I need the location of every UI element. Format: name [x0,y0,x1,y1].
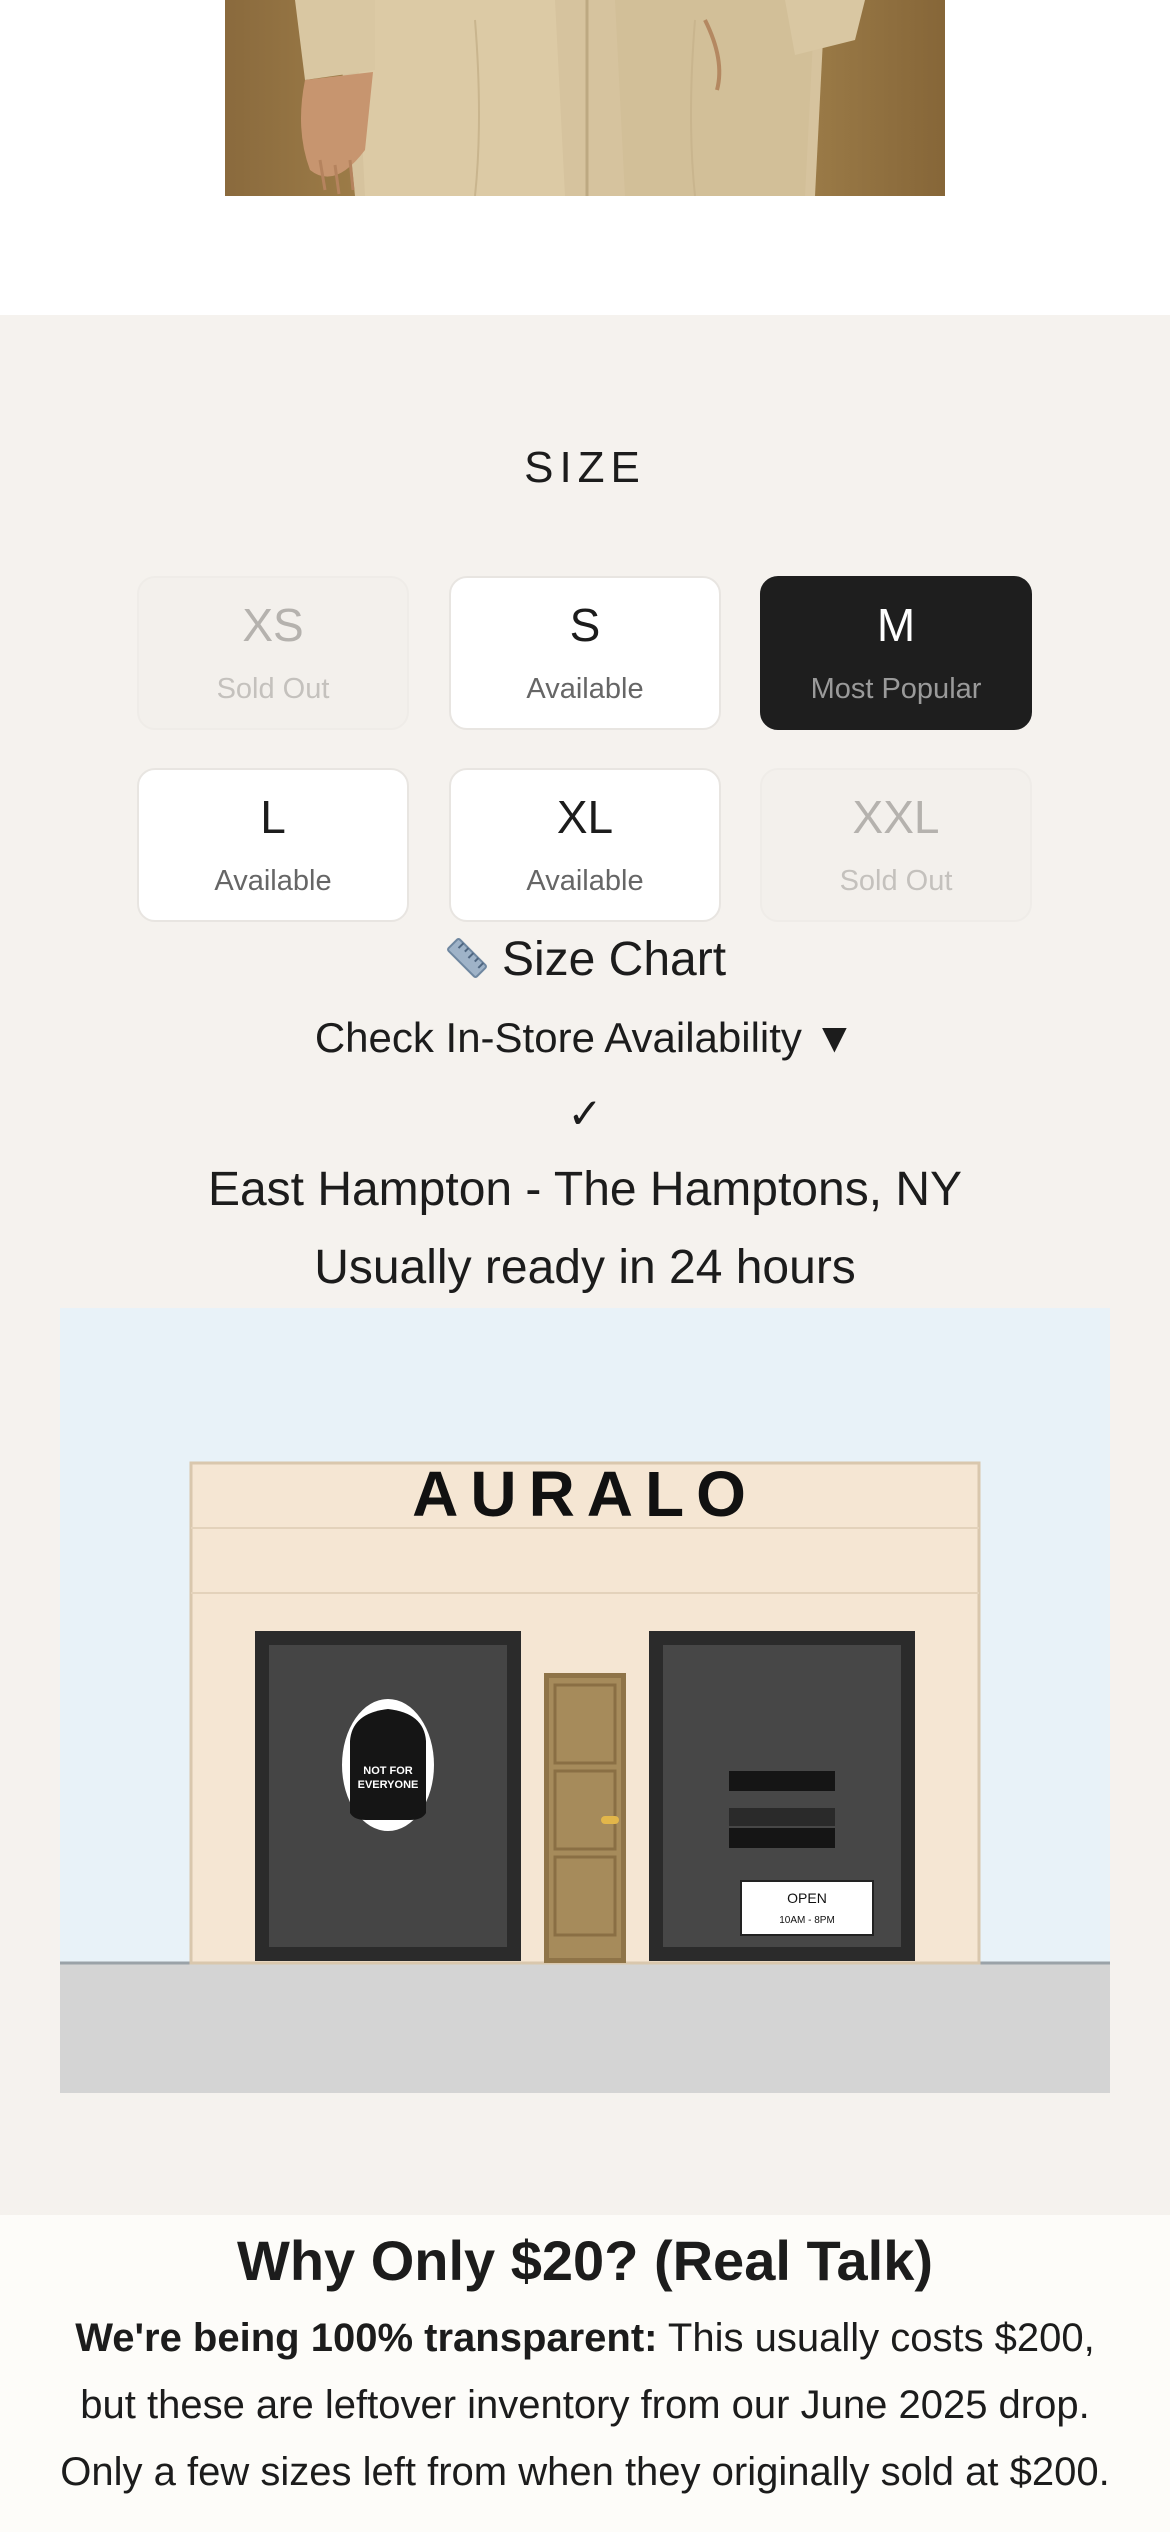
pickup-ready-text: Usually ready in 24 hours [314,1241,856,1294]
size-option-label: L [260,791,286,843]
size-option-status: Available [526,865,644,897]
size-option-xl[interactable]: XL Available [449,768,721,922]
open-sign-text: OPEN [787,1890,827,1906]
size-option-status: Available [214,865,332,897]
check-mark-icon: ✓ [567,1090,603,1137]
why-body: We're being 100% transparent: This usual… [60,2305,1110,2506]
why-lead: We're being 100% transparent: [75,2316,658,2360]
size-chart-link[interactable]: Size Chart [0,930,1170,990]
hero-area [0,0,1170,315]
size-option-label: XXL [852,791,940,843]
size-title: SIZE [524,443,646,492]
storefront-illustration: AURALO NOT FOR EVERYONE OPEN 10AM - 8PM [60,1308,1110,2093]
size-option-status: Available [526,673,644,705]
store-location: East Hampton - The Hamptons, NY [207,1163,963,1216]
size-option-xs[interactable]: XS Sold Out [137,576,409,730]
size-option-l[interactable]: L Available [137,768,409,922]
size-option-label: XS [242,599,304,651]
size-section: SIZE XS Sold Out S Available M Most Popu… [0,315,1170,2215]
sidewalk [60,1963,1110,2093]
size-option-s[interactable]: S Available [449,576,721,730]
size-option-label: M [876,599,916,651]
display-shelf [729,1828,835,1848]
store-hours: 10AM - 8PM [779,1915,835,1926]
size-option-label: XL [556,791,614,843]
door-handle [601,1816,619,1824]
product-photo-illustration [295,0,865,196]
display-shelf [729,1808,835,1826]
size-chart-label: Size Chart [501,933,727,986]
size-option-status: Most Popular [810,673,982,705]
why-heading: Why Only $20? (Real Talk) [236,2229,934,2292]
size-option-status: Sold Out [216,673,330,705]
product-photo [225,0,945,196]
display-shelf [729,1771,835,1791]
size-option-label: S [569,599,601,651]
instore-availability-toggle[interactable]: Check In-Store Availability ▼ [0,1012,1170,1064]
why-section: Why Only $20? (Real Talk) We're being 10… [0,2215,1170,2532]
ruler-icon [446,938,487,978]
size-option-m[interactable]: M Most Popular [760,576,1032,730]
window-sign-text: NOT FOR [363,1765,413,1777]
size-option-status: Sold Out [839,865,953,897]
window-sign-text: EVERYONE [358,1779,419,1791]
store-brand-sign: AURALO [412,1458,758,1530]
size-option-xxl[interactable]: XXL Sold Out [760,768,1032,922]
